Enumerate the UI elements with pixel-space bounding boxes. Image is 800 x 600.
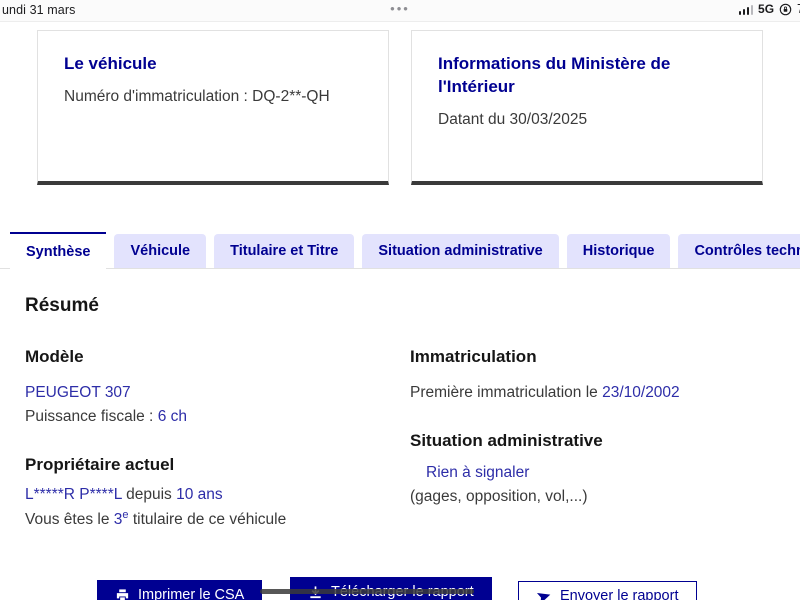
fiscal-power-value: 6 ch <box>157 408 187 426</box>
ministry-card: Informations du Ministère de l'Intérieur… <box>411 30 763 185</box>
report-date-value: 30/03/2025 <box>509 110 588 128</box>
summary-columns: Modèle PEUGEOT 307 Puissance fiscale : 6… <box>25 347 775 532</box>
orientation-lock-icon <box>779 3 792 15</box>
tab-titulaire-et-titre[interactable]: Titulaire et Titre <box>214 234 355 268</box>
owner-line: L*****R P****L depuis 10 ans <box>25 483 410 507</box>
send-report-label: Envoyer le rapport <box>560 588 679 600</box>
tab-controles-techniques[interactable]: Contrôles techniques <box>678 234 800 268</box>
send-report-button[interactable]: Envoyer le rapport <box>518 581 698 600</box>
plate-label: Numéro d'immatriculation : <box>64 87 248 105</box>
admin-status-note: (gages, opposition, vol,...) <box>410 488 588 506</box>
admin-status-heading: Situation administrative <box>410 431 603 451</box>
printer-icon <box>116 588 129 600</box>
fiscal-power-line: Puissance fiscale : 6 ch <box>25 405 410 429</box>
ministry-card-title: Informations du Ministère de l'Intérieur <box>438 54 671 96</box>
owner-heading: Propriétaire actuel <box>25 455 175 475</box>
holder-prefix: Vous êtes le <box>25 511 110 529</box>
page: undi 31 mars ••• 5G 7 Le véhicule Numéro… <box>0 0 800 600</box>
panel-title: Résumé <box>25 295 99 316</box>
header-cards: Le véhicule Numéro d'immatriculation : D… <box>0 22 800 185</box>
model-heading: Modèle <box>25 347 84 366</box>
registration-line: Première immatriculation le 23/10/2002 <box>410 381 775 405</box>
holder-suffix: titulaire de ce véhicule <box>132 511 287 529</box>
registration-label: Première immatriculation le <box>410 384 598 401</box>
admin-status-value: Rien à signaler <box>426 464 530 482</box>
tab-bar: Synthèse Véhicule Titulaire et Titre Sit… <box>10 232 800 269</box>
summary-left-column: Modèle PEUGEOT 307 Puissance fiscale : 6… <box>25 347 410 532</box>
signal-bars-icon <box>738 4 754 15</box>
report-date-label: Datant du <box>438 110 506 128</box>
model-name: PEUGEOT 307 <box>25 384 131 401</box>
summary-right-column: Immatriculation Première immatriculation… <box>410 347 775 532</box>
home-indicator[interactable] <box>260 589 474 594</box>
network-type-label: 5G <box>758 2 775 16</box>
status-right-cluster: 5G 7 <box>738 2 800 16</box>
owner-name: L*****R P****L <box>25 486 122 504</box>
multitask-dots-icon[interactable]: ••• <box>0 1 800 16</box>
owner-since-value: 10 ans <box>176 486 223 504</box>
vehicle-card: Le véhicule Numéro d'immatriculation : D… <box>37 30 389 185</box>
tab-vehicule[interactable]: Véhicule <box>114 234 207 268</box>
summary-panel: Résumé Modèle PEUGEOT 307 Puissance fisc… <box>0 268 800 568</box>
tab-situation-administrative[interactable]: Situation administrative <box>362 234 559 268</box>
send-icon <box>536 592 551 600</box>
tab-historique[interactable]: Historique <box>566 234 671 268</box>
plate-value: DQ-2**-QH <box>252 87 330 105</box>
owner-since-label: depuis <box>126 486 172 504</box>
holder-rank-suffix: e <box>122 509 129 522</box>
holder-line: Vous êtes le 3e titulaire de ce véhicule <box>25 507 410 532</box>
ministry-card-body: Datant du 30/03/2025 <box>438 111 736 129</box>
print-csa-button[interactable]: Imprimer le CSA <box>97 580 263 600</box>
tab-synthese[interactable]: Synthèse <box>10 232 107 269</box>
status-bar: undi 31 mars ••• 5G 7 <box>0 0 800 22</box>
fiscal-power-label: Puissance fiscale : <box>25 408 154 426</box>
vehicle-card-body: Numéro d'immatriculation : DQ-2**-QH <box>64 88 362 106</box>
registration-heading: Immatriculation <box>410 347 537 366</box>
vehicle-card-title: Le véhicule <box>64 54 157 73</box>
registration-date: 23/10/2002 <box>602 384 680 401</box>
print-csa-label: Imprimer le CSA <box>138 587 245 600</box>
